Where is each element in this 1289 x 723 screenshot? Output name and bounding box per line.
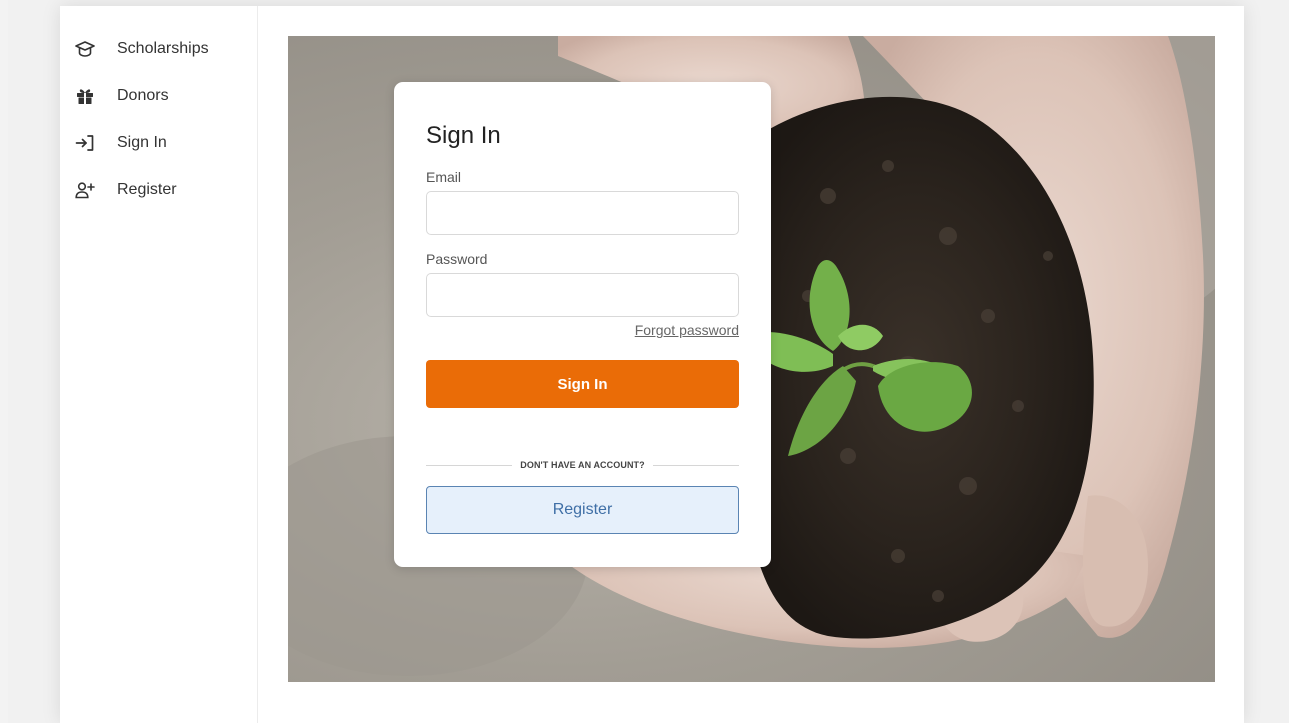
sidebar-item-label: Register (117, 181, 177, 198)
divider-text: DON'T HAVE AN ACCOUNT? (520, 460, 645, 470)
divider: DON'T HAVE AN ACCOUNT? (426, 458, 739, 472)
add-user-icon (74, 179, 96, 201)
browser-viewport: Scholarships Donors Sign In Register Sig… (8, 0, 1289, 723)
sidebar-item-register[interactable]: Register (74, 176, 249, 204)
sign-in-icon (74, 132, 96, 154)
email-field[interactable] (426, 191, 739, 235)
sidebar-item-label: Donors (117, 87, 169, 104)
sign-in-button[interactable]: Sign In (426, 360, 739, 408)
divider-line-right (652, 464, 739, 466)
sidebar: Scholarships Donors Sign In Register (60, 6, 258, 723)
divider-line-left (426, 464, 513, 466)
sidebar-item-sign-in[interactable]: Sign In (74, 129, 249, 157)
password-field[interactable] (426, 273, 739, 317)
sidebar-item-label: Scholarships (117, 40, 209, 57)
register-button[interactable]: Register (426, 486, 739, 534)
sidebar-item-scholarships[interactable]: Scholarships (74, 35, 249, 63)
email-label: Email (426, 169, 462, 185)
graduation-cap-icon (74, 38, 96, 60)
main-content: Sign In Email Password Forgot password S… (258, 6, 1244, 723)
app-container: Scholarships Donors Sign In Register Sig… (60, 6, 1244, 723)
gift-icon (74, 85, 96, 107)
hero-image-soil-sprout: Sign In Email Password Forgot password S… (288, 36, 1215, 682)
password-label: Password (426, 251, 488, 267)
sidebar-item-label: Sign In (117, 134, 167, 151)
sidebar-item-donors[interactable]: Donors (74, 82, 249, 110)
forgot-password-link[interactable]: Forgot password (635, 322, 739, 338)
page-title: Sign In (426, 122, 501, 149)
sign-in-card: Sign In Email Password Forgot password S… (394, 82, 771, 567)
